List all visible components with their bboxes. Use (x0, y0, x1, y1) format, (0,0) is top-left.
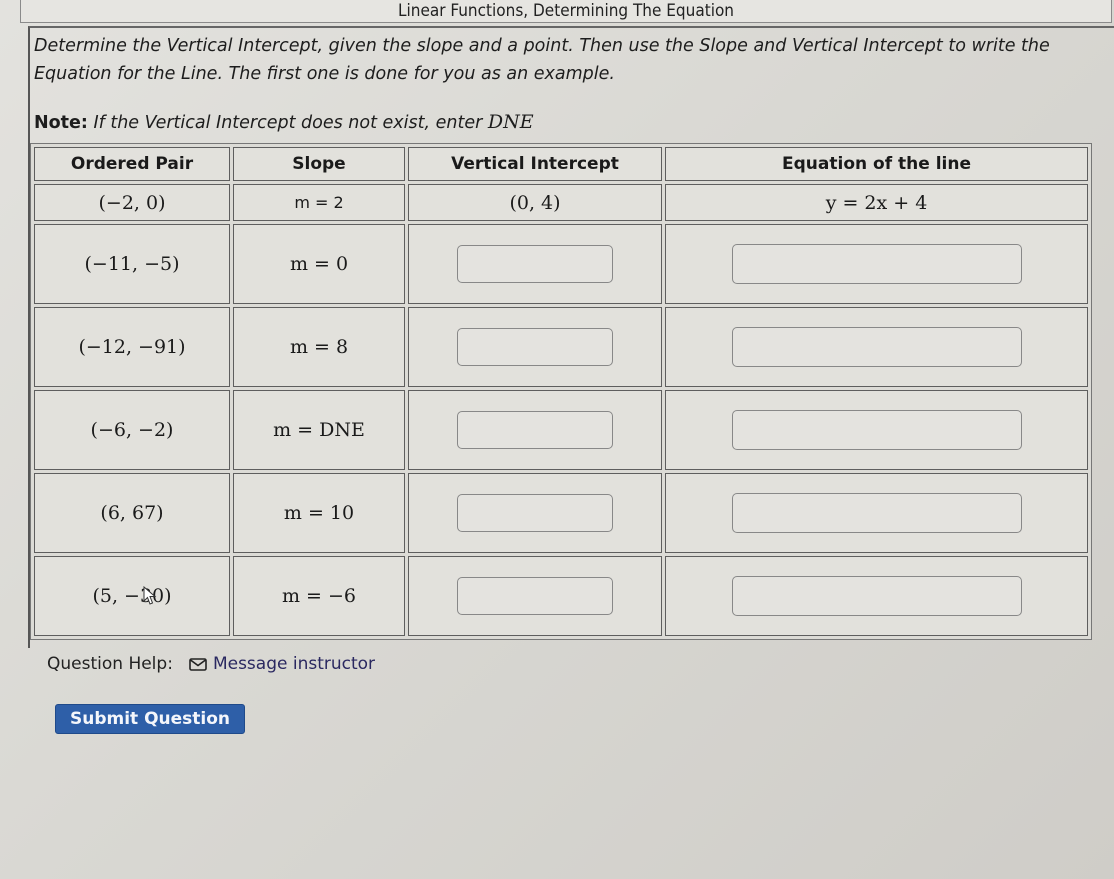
mail-icon (189, 657, 207, 671)
equation-cell (665, 556, 1088, 636)
message-instructor-label: Message instructor (212, 654, 376, 674)
equation-cell (665, 473, 1088, 553)
question-help-label: Question Help: (47, 654, 173, 674)
vertical-intercept-input[interactable] (457, 577, 613, 615)
table-row: (5, −30) m = −6 (34, 556, 1088, 636)
vertical-intercept-input[interactable] (457, 411, 613, 449)
equation-input[interactable] (731, 576, 1022, 616)
vertical-intercept-input[interactable] (457, 494, 613, 532)
instructions-text: Determine the Vertical Intercept, given … (34, 36, 1050, 84)
slope: m = DNE (233, 390, 405, 470)
example-ordered-pair: (−2, 0) (34, 184, 230, 221)
equation-cell (665, 307, 1088, 387)
vertical-intercept-cell (408, 307, 662, 387)
header-slope: Slope (233, 147, 405, 181)
table-row: (−12, −91) m = 8 (34, 307, 1088, 387)
header-equation: Equation of the line (665, 147, 1088, 181)
example-vertical-intercept: (0, 4) (408, 184, 662, 221)
vertical-intercept-cell (408, 473, 662, 553)
equation-cell (665, 390, 1088, 470)
note-label: Note: (34, 113, 88, 133)
equation-cell (665, 224, 1088, 304)
table-header-row: Ordered Pair Slope Vertical Intercept Eq… (34, 147, 1088, 181)
equation-input[interactable] (731, 493, 1022, 533)
ordered-pair: (5, −30) (34, 556, 230, 636)
slope: m = 8 (233, 307, 405, 387)
ordered-pair: (−12, −91) (34, 307, 230, 387)
header-ordered-pair: Ordered Pair (34, 147, 230, 181)
note: Note: If the Vertical Intercept does not… (34, 111, 534, 133)
ordered-pair: (−6, −2) (34, 390, 230, 470)
page-title: Linear Functions, Determining The Equati… (20, 0, 1112, 23)
ordered-pair: (6, 67) (34, 473, 230, 553)
table-row: (6, 67) m = 10 (34, 473, 1088, 553)
message-instructor-link[interactable]: Message instructor (189, 654, 375, 674)
table-row: (−6, −2) m = DNE (34, 390, 1088, 470)
equation-input[interactable] (731, 244, 1022, 284)
header-vertical-intercept: Vertical Intercept (408, 147, 662, 181)
example-slope: m = 2 (233, 184, 405, 221)
submit-question-button[interactable]: Submit Question (55, 704, 245, 734)
equation-input[interactable] (731, 327, 1022, 367)
question-help: Question Help: Message instructor (47, 654, 375, 674)
vertical-intercept-cell (408, 556, 662, 636)
example-equation: y = 2x + 4 (665, 184, 1088, 221)
table-row: (−11, −5) m = 0 (34, 224, 1088, 304)
equation-input[interactable] (731, 410, 1022, 450)
example-row: (−2, 0) m = 2 (0, 4) y = 2x + 4 (34, 184, 1088, 221)
ordered-pair: (−11, −5) (34, 224, 230, 304)
vertical-intercept-input[interactable] (457, 245, 613, 283)
vertical-intercept-cell (408, 224, 662, 304)
slope: m = −6 (233, 556, 405, 636)
note-math: DNE (487, 111, 534, 133)
note-text: If the Vertical Intercept does not exist… (87, 113, 488, 133)
vertical-intercept-input[interactable] (457, 328, 613, 366)
mouse-cursor-icon (143, 586, 157, 605)
answer-table: Ordered Pair Slope Vertical Intercept Eq… (30, 143, 1092, 640)
slope: m = 0 (233, 224, 405, 304)
vertical-intercept-cell (408, 390, 662, 470)
slope: m = 10 (233, 473, 405, 553)
